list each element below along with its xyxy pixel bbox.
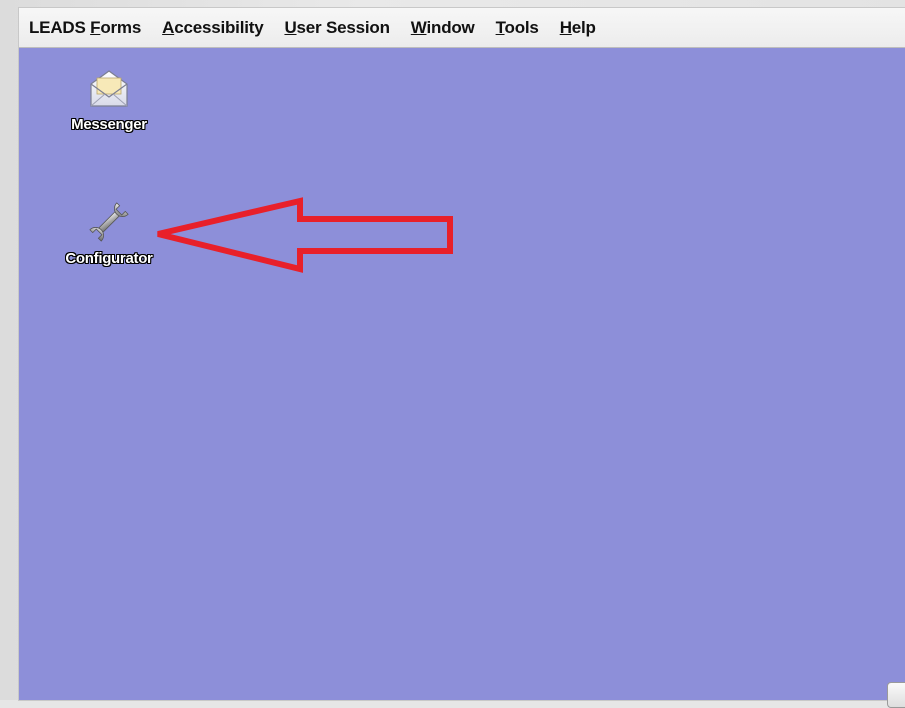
wrench-icon <box>89 202 129 242</box>
desktop-area: Messenger Configurator <box>19 48 905 708</box>
desktop-icon-configurator[interactable]: Configurator <box>39 200 179 267</box>
menu-help[interactable]: Help <box>560 18 596 38</box>
desktop-icon-label: Configurator <box>65 250 153 267</box>
menu-bar: LEADS Forms Accessibility User Session W… <box>19 8 905 48</box>
menu-leads-forms[interactable]: LEADS Forms <box>29 18 141 38</box>
desktop-icon-messenger[interactable]: Messenger <box>39 66 179 133</box>
menu-window[interactable]: Window <box>411 18 475 38</box>
corner-resize-button[interactable] <box>887 682 905 708</box>
menu-tools[interactable]: Tools <box>496 18 539 38</box>
desktop-icon-label: Messenger <box>71 116 147 133</box>
menu-accessibility[interactable]: Accessibility <box>162 18 264 38</box>
leads-app-window: LEADS Forms Accessibility User Session W… <box>19 8 905 708</box>
red-arrow-annotation <box>157 197 453 273</box>
menu-user-session[interactable]: User Session <box>284 18 390 38</box>
envelope-icon <box>90 70 128 107</box>
